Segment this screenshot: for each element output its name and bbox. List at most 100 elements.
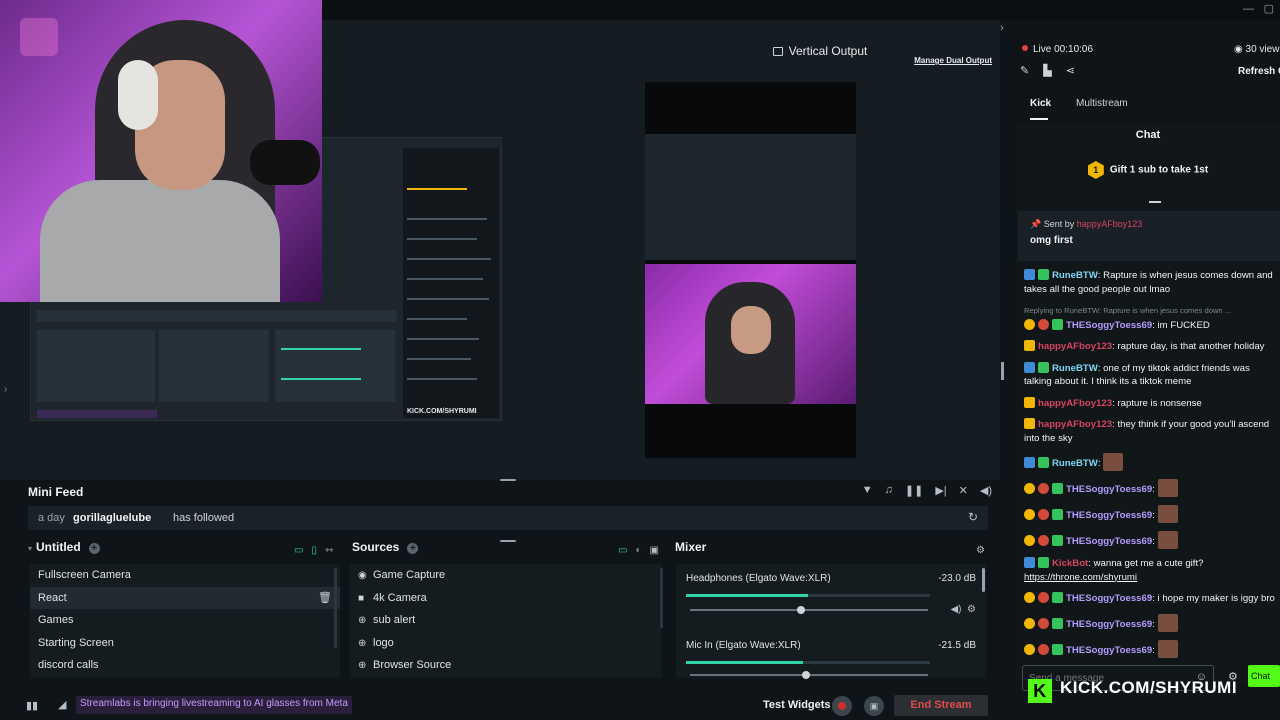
notice-banner[interactable]: Streamlabs is bringing livestreaming to … xyxy=(76,696,352,714)
chat-username[interactable]: THESoggyToess69 xyxy=(1066,645,1152,656)
pause-icon[interactable]: ❚❚ xyxy=(905,484,923,497)
platform-tabs: Kick Multistream xyxy=(1012,96,1280,120)
add-scene-icon[interactable]: + xyxy=(88,543,100,554)
chat-username[interactable]: THESoggyToess69 xyxy=(1066,484,1152,495)
sources-title: Sources xyxy=(352,540,400,554)
chat-messages: RuneBTW: Rapture is when jesus comes dow… xyxy=(1024,269,1278,666)
chat-username[interactable]: happyAFboy123 xyxy=(1038,419,1112,430)
emote-icon xyxy=(1157,613,1178,632)
vertical-display-icon[interactable]: ▯ xyxy=(311,545,317,556)
tab-kick[interactable]: Kick xyxy=(1030,98,1051,109)
chat-username[interactable]: THESoggyToess69 xyxy=(1066,536,1152,547)
info-icon[interactable]: ▙ xyxy=(1043,64,1051,77)
scene-item[interactable]: Fullscreen Camera xyxy=(30,564,340,587)
scene-item-selected[interactable]: React 🗑 xyxy=(30,586,340,609)
record-button[interactable] xyxy=(832,696,852,716)
chat-username[interactable]: THESoggyToess69 xyxy=(1066,510,1152,521)
chat-username[interactable]: happyAFboy123 xyxy=(1038,341,1112,352)
edit-icon[interactable]: ✎ xyxy=(1020,64,1029,77)
mixer-scrollbar[interactable] xyxy=(982,568,985,592)
end-stream-button[interactable]: End Stream xyxy=(894,695,988,716)
kick-watermark: K KICK.COM/SHYRUMI xyxy=(1028,678,1237,703)
source-item[interactable]: ⊕ sub alert xyxy=(350,609,662,632)
feed-user[interactable]: gorillagluelube xyxy=(73,512,151,524)
notification-icon[interactable]: ◢ xyxy=(58,698,66,711)
chat-message: Replying to RuneBTW: Rapture is when jes… xyxy=(1024,304,1278,332)
volume-slider[interactable] xyxy=(690,671,928,679)
scene-tools: ▭ ▯ ⇿ xyxy=(294,545,333,556)
chat-username[interactable]: THESoggyToess69 xyxy=(1066,619,1152,630)
refresh-icon[interactable]: ↻ xyxy=(968,510,978,524)
filter-icon[interactable]: ▼ xyxy=(862,484,873,497)
audio-meter-fill xyxy=(686,594,808,597)
monitor-icon xyxy=(772,47,783,56)
chat-text: im FUCKED xyxy=(1157,319,1210,331)
chat-username[interactable]: happyAFboy123 xyxy=(1038,398,1112,409)
pin-toggle-icon[interactable] xyxy=(1149,195,1161,203)
horizontal-display-icon[interactable]: ▭ xyxy=(294,545,303,556)
speaker-icon[interactable]: ◀) xyxy=(950,604,961,615)
scene-item[interactable]: Games xyxy=(30,609,340,632)
source-item[interactable]: ⊕ Browser Source xyxy=(350,654,662,677)
volume-slider[interactable] xyxy=(690,606,928,614)
mixer-channel-db: -23.0 dB xyxy=(938,573,976,584)
chat-username[interactable]: RuneBTW xyxy=(1052,363,1098,374)
chat-message: THESoggyToess69: xyxy=(1024,531,1278,549)
chat-username[interactable]: RuneBTW xyxy=(1052,458,1098,469)
mixer-settings-icon[interactable]: ⚙ xyxy=(976,545,985,556)
scene-collection-title[interactable]: Untitled xyxy=(36,540,81,554)
badge-icon xyxy=(1038,557,1049,568)
minimize-icon[interactable]: — xyxy=(1243,3,1254,15)
share-icon[interactable]: ⋖ xyxy=(1066,64,1075,77)
expand-left-icon[interactable]: › xyxy=(4,384,7,395)
scene-item[interactable]: discord calls xyxy=(30,654,340,677)
source-item[interactable]: ⊕ logo xyxy=(350,632,662,655)
test-widgets-button[interactable]: Test Widgets xyxy=(763,699,831,711)
mixer-header: Mixer xyxy=(675,540,706,560)
mute-alerts-icon[interactable]: ✕ xyxy=(959,484,968,497)
scene-item[interactable]: Starting Screen xyxy=(30,632,340,655)
chat-username[interactable]: THESoggyToess69 xyxy=(1066,320,1152,331)
chat-username[interactable]: RuneBTW xyxy=(1052,270,1098,281)
collapse-chat-icon[interactable]: › xyxy=(1000,22,1004,34)
vertical-canvas[interactable] xyxy=(645,82,856,458)
mixer-panel: Headphones (Elgato Wave:XLR) -23.0 dB ◀)… xyxy=(676,564,986,679)
dual-output-icon[interactable]: ▭ xyxy=(618,545,627,556)
stats-icon[interactable]: ▮▮ xyxy=(26,699,38,712)
group-icon[interactable]: ◐ xyxy=(635,545,641,556)
preview-scrollbar[interactable] xyxy=(1001,362,1004,380)
volume-icon[interactable]: ◀) xyxy=(980,484,992,497)
mini-feed-header: Mini Feed ▼ ♫ ❚❚ ▶| ✕ ◀) xyxy=(20,480,1000,502)
audio-meter xyxy=(686,661,930,664)
tab-multistream[interactable]: Multistream xyxy=(1076,98,1128,109)
chat-username[interactable]: THESoggyToess69 xyxy=(1066,593,1152,604)
refresh-chat-button[interactable]: Refresh C xyxy=(1238,66,1280,77)
maximize-icon[interactable]: ▢ xyxy=(1264,2,1274,15)
scenes-list: Fullscreen Camera React 🗑 Games Starting … xyxy=(30,564,340,678)
badge-icon xyxy=(1038,592,1049,603)
send-chat-button[interactable]: Chat xyxy=(1248,665,1280,687)
volume-knob[interactable] xyxy=(797,606,806,614)
chat-message: THESoggyToess69: i hope my maker is iggy… xyxy=(1024,592,1278,606)
scenes-scrollbar[interactable] xyxy=(334,568,337,648)
chat-link[interactable]: https://throne.com/shyrumi xyxy=(1024,572,1137,583)
manage-dual-output-link[interactable]: Manage Dual Output xyxy=(914,56,992,65)
channel-settings-icon[interactable]: ⚙ xyxy=(967,604,976,615)
trash-icon[interactable]: 🗑 xyxy=(318,587,332,609)
source-item[interactable]: ■ 4k Camera xyxy=(350,587,662,610)
transitions-icon[interactable]: ⇿ xyxy=(325,545,333,556)
replay-buffer-button[interactable]: ▣ xyxy=(864,696,884,716)
gift-banner[interactable]: 1 Gift 1 sub to take 1st xyxy=(1016,161,1280,179)
skip-icon[interactable]: ▶| xyxy=(935,484,946,497)
folder-icon[interactable]: ▣ xyxy=(650,545,659,556)
source-item[interactable]: ◉ Game Capture xyxy=(350,564,662,587)
volume-knob[interactable] xyxy=(801,671,810,679)
add-source-icon[interactable]: + xyxy=(407,543,419,554)
music-icon[interactable]: ♫ xyxy=(885,484,893,497)
chat-username[interactable]: KickBot xyxy=(1052,558,1088,569)
resize-handle[interactable] xyxy=(500,540,516,542)
sources-scrollbar[interactable] xyxy=(660,568,663,628)
badge-icon xyxy=(1024,457,1035,468)
scenes-header: ▾ Untitled + xyxy=(28,540,100,560)
webcam-overlay xyxy=(0,0,322,302)
